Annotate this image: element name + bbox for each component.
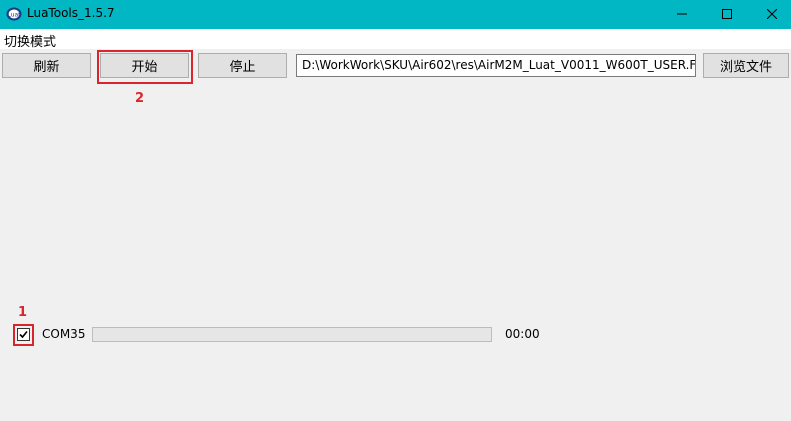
maximize-button[interactable] — [704, 0, 750, 29]
browse-file-button[interactable]: 浏览文件 — [703, 53, 789, 78]
annotation-number-1: 1 — [18, 305, 28, 320]
minimize-button[interactable] — [659, 0, 705, 29]
stop-button[interactable]: 停止 — [198, 53, 287, 78]
elapsed-time-label: 00:00 — [505, 327, 540, 341]
refresh-button[interactable]: 刷新 — [2, 53, 91, 78]
com-port-label: COM35 — [42, 327, 86, 341]
luatools-app-icon: Luat — [6, 7, 22, 21]
maximize-icon — [722, 8, 732, 22]
checkmark-icon — [19, 328, 28, 342]
firmware-path-field[interactable]: D:\WorkWork\SKU\Air602\res\AirM2M_Luat_V… — [296, 54, 696, 77]
menu-bar: 切换模式 — [0, 29, 791, 50]
window-title: LuaTools_1.5.7 — [27, 6, 115, 20]
svg-text:Luat: Luat — [7, 12, 21, 19]
annotation-highlight-start — [97, 50, 193, 84]
download-progress-bar — [92, 327, 492, 342]
com-port-checkbox[interactable] — [17, 328, 30, 341]
title-bar: Luat LuaTools_1.5.7 — [0, 0, 791, 29]
close-icon — [766, 8, 778, 22]
close-button[interactable] — [749, 0, 791, 29]
menu-item-switch-mode[interactable]: 切换模式 — [4, 31, 56, 50]
minimize-icon — [677, 8, 687, 22]
annotation-number-2: 2 — [135, 91, 145, 106]
